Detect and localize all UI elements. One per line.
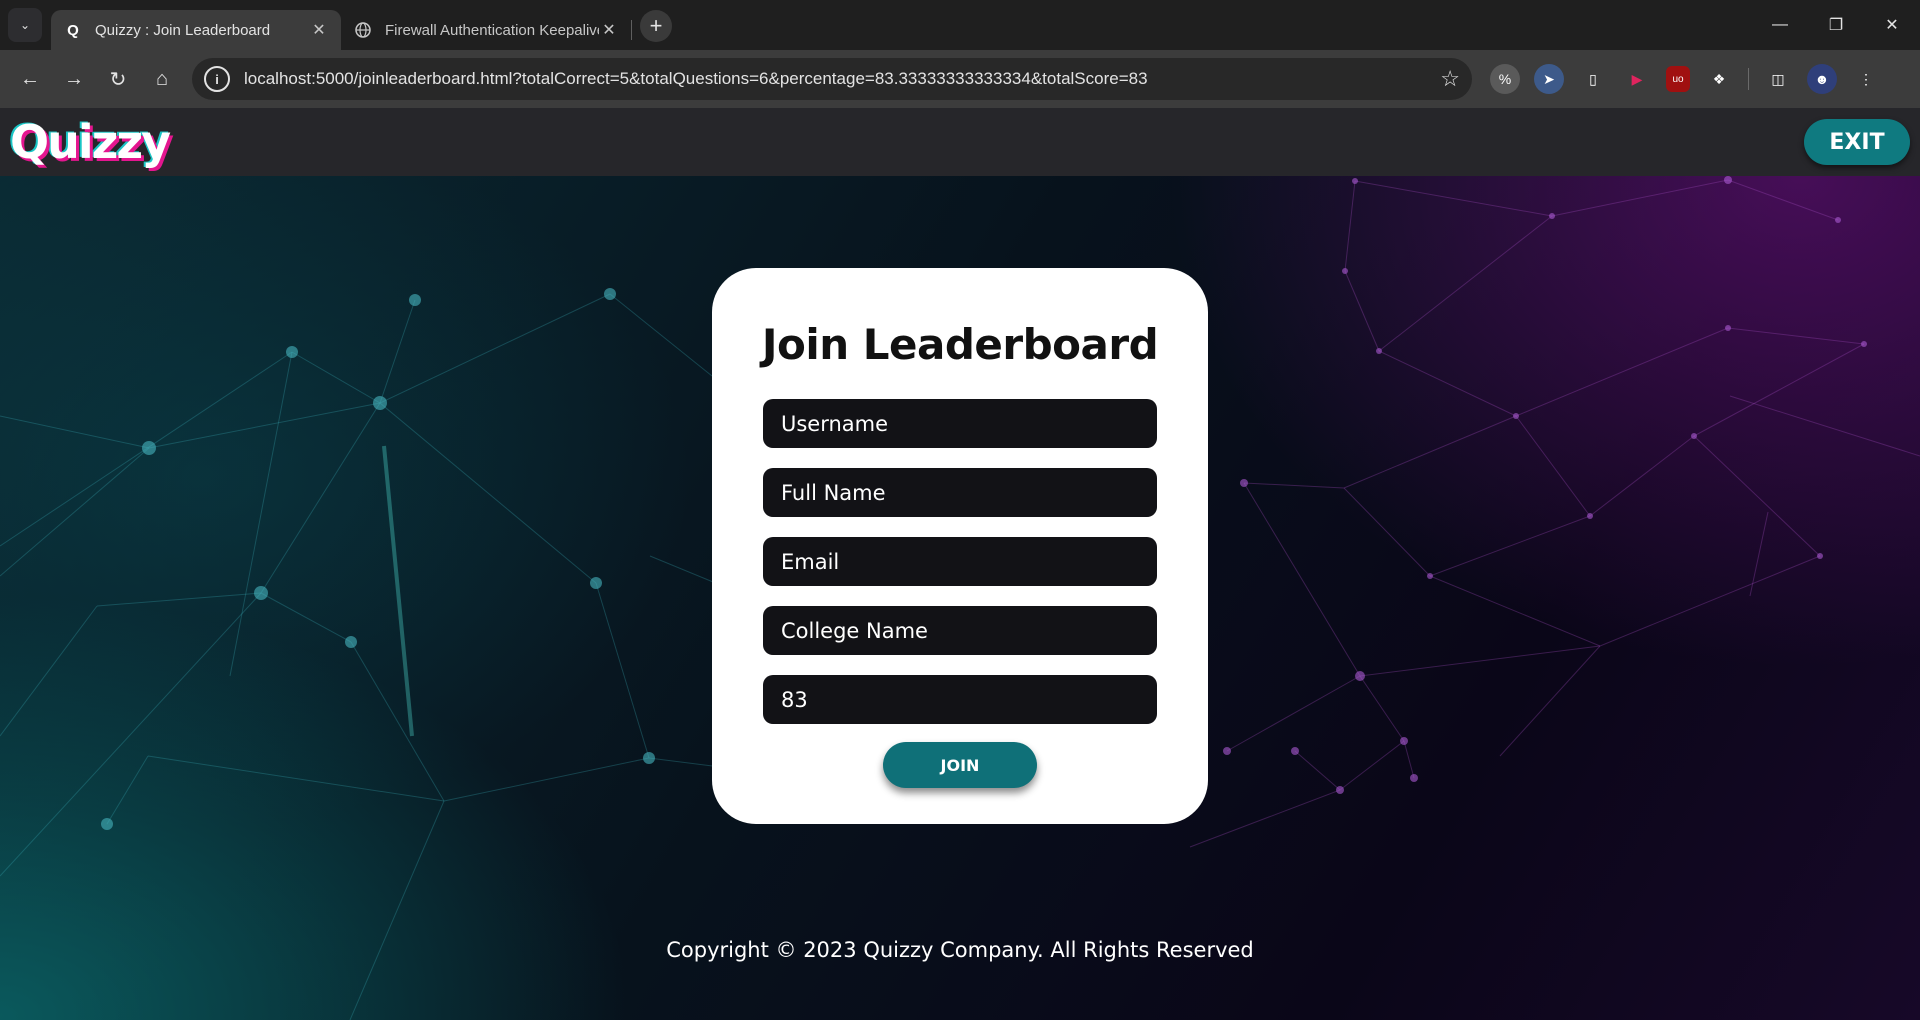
- join-leaderboard-card: Join Leaderboard JOIN: [712, 268, 1208, 824]
- address-bar[interactable]: i localhost:5000/joinleaderboard.html?to…: [192, 58, 1472, 100]
- side-panel-icon[interactable]: ◫: [1763, 64, 1793, 94]
- close-icon[interactable]: ✕: [309, 20, 329, 40]
- username-input[interactable]: [781, 411, 1157, 436]
- college-field-wrapper: [763, 606, 1157, 655]
- exit-button[interactable]: EXIT: [1804, 119, 1910, 165]
- chevron-down-icon: ⌄: [19, 18, 31, 32]
- tab-search-button[interactable]: ⌄: [8, 8, 42, 42]
- score-field-wrapper: [763, 675, 1157, 724]
- tab-divider: [631, 20, 632, 40]
- copyright-footer: Copyright © 2023 Quizzy Company. All Rig…: [666, 938, 1254, 962]
- quizzy-favicon-icon: Q: [67, 21, 79, 39]
- restore-icon[interactable]: ❐: [1808, 0, 1864, 50]
- form-title: Join Leaderboard: [761, 320, 1159, 369]
- globe-icon: [355, 22, 371, 38]
- close-window-icon[interactable]: ✕: [1864, 0, 1920, 50]
- bookmark-star-icon[interactable]: ☆: [1440, 66, 1460, 92]
- new-tab-button[interactable]: +: [640, 10, 672, 42]
- fullname-field-wrapper: [763, 468, 1157, 517]
- tab-title: Quizzy : Join Leaderboard: [95, 21, 271, 39]
- url-text[interactable]: localhost:5000/joinleaderboard.html?tota…: [244, 69, 1440, 89]
- phone-extension-icon[interactable]: ▯: [1578, 64, 1608, 94]
- quizzy-logo[interactable]: Quizzy: [10, 119, 171, 165]
- puzzle-extensions-icon[interactable]: ❖: [1704, 64, 1734, 94]
- menu-kebab-icon[interactable]: ⋮: [1851, 64, 1881, 94]
- tab-strip: ⌄ Q Quizzy : Join Leaderboard ✕ Firewall…: [0, 0, 1920, 50]
- browser-window: ⌄ Q Quizzy : Join Leaderboard ✕ Firewall…: [0, 0, 1920, 1020]
- tab-title: Firewall Authentication Keepalive: [385, 21, 599, 39]
- window-controls: — ❐ ✕: [1752, 0, 1920, 50]
- site-info-icon[interactable]: i: [204, 66, 230, 92]
- email-field-wrapper: [763, 537, 1157, 586]
- reload-icon[interactable]: ↻: [100, 61, 136, 97]
- email-input[interactable]: [781, 549, 1157, 574]
- site-header: Quizzy EXIT: [0, 108, 1920, 176]
- tab-quizzy[interactable]: Q Quizzy : Join Leaderboard ✕: [51, 10, 341, 50]
- join-button[interactable]: JOIN: [883, 742, 1037, 788]
- ublock-shield-icon[interactable]: uo: [1666, 66, 1690, 92]
- score-input[interactable]: [781, 687, 1157, 712]
- toolbar-divider: [1748, 68, 1749, 90]
- tab-firewall[interactable]: Firewall Authentication Keepalive ✕: [341, 10, 631, 50]
- cursor-extension-icon[interactable]: ➤: [1534, 64, 1564, 94]
- extensions-area: % ➤ ▯ ▶ uo ❖ ◫ ☻ ⋮: [1490, 64, 1881, 94]
- profile-avatar[interactable]: ☻: [1807, 64, 1837, 94]
- college-input[interactable]: [781, 618, 1157, 643]
- forward-arrow-icon[interactable]: →: [56, 61, 92, 97]
- minimize-icon[interactable]: —: [1752, 0, 1808, 50]
- fullname-input[interactable]: [781, 480, 1157, 505]
- video-extension-icon[interactable]: ▶: [1622, 64, 1652, 94]
- web-page: Quizzy EXIT Join Leaderboard Username Fu…: [0, 108, 1920, 1020]
- browser-toolbar: ← → ↻ ⌂ i localhost:5000/joinleaderboard…: [0, 50, 1920, 108]
- back-arrow-icon[interactable]: ←: [12, 61, 48, 97]
- discount-extension-icon[interactable]: %: [1490, 64, 1520, 94]
- close-icon[interactable]: ✕: [599, 20, 619, 40]
- username-field-wrapper: [763, 399, 1157, 448]
- home-icon[interactable]: ⌂: [144, 61, 180, 97]
